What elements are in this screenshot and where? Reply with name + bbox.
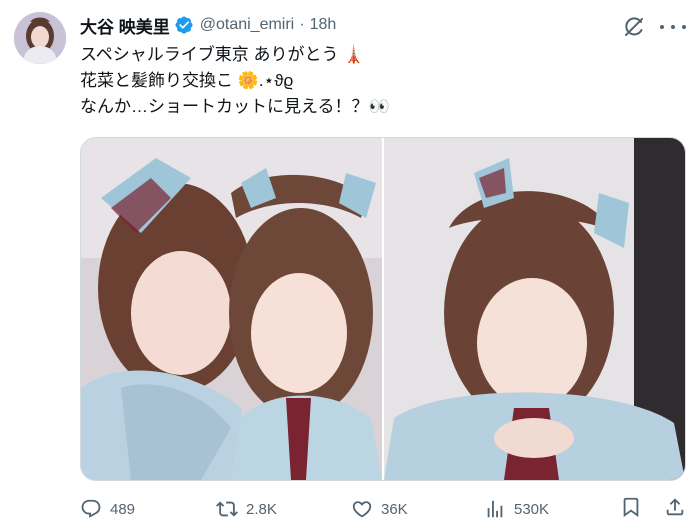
- analytics-icon: [487, 500, 503, 518]
- photo-2[interactable]: [384, 138, 685, 480]
- photo-1[interactable]: [81, 138, 382, 480]
- tweet-line: 花菜と髪飾り交換こ 🌼.⋆ϑϱ: [80, 71, 294, 90]
- grok-icon[interactable]: [622, 15, 646, 39]
- avatar-photo: [14, 12, 66, 64]
- more-icon: [671, 25, 675, 29]
- views-count: 530K: [514, 500, 550, 518]
- share-button[interactable]: [664, 496, 686, 518]
- separator-dot: ·: [299, 16, 305, 33]
- timestamp[interactable]: 18h: [310, 16, 337, 34]
- avatar[interactable]: [14, 12, 66, 64]
- tweet-text: スペシャルライブ東京 ありがとう 🗼 花菜と髪飾り交換こ 🌼.⋆ϑϱ なんか…シ…: [80, 42, 390, 120]
- reply-icon: [81, 499, 101, 518]
- tweet-line: なんか…ショートカットに見える！？👀: [80, 97, 390, 116]
- more-options-button[interactable]: [660, 15, 686, 39]
- author-name[interactable]: 大谷 映美里: [80, 13, 170, 38]
- bookmark-icon: [623, 497, 639, 518]
- tweet-line: スペシャルライブ東京 ありがとう 🗼: [80, 45, 365, 64]
- reply-button[interactable]: 489: [80, 496, 135, 522]
- tweet-header: 大谷 映美里 @otani_emiri · 18h: [80, 13, 337, 38]
- repost-icon: [216, 501, 238, 517]
- share-icon: [666, 498, 684, 516]
- like-count: 36K: [381, 500, 408, 518]
- more-icon: [682, 25, 686, 29]
- action-bar: 489 2.8K 36K 530K: [80, 496, 686, 522]
- more-icon: [660, 25, 664, 29]
- reply-count: 489: [110, 500, 136, 518]
- media-grid: [80, 137, 686, 481]
- repost-button[interactable]: 2.8K: [216, 496, 277, 522]
- like-button[interactable]: 36K: [351, 496, 408, 522]
- bookmark-button[interactable]: [620, 496, 642, 518]
- repost-count: 2.8K: [246, 500, 277, 518]
- heart-icon: [352, 501, 372, 518]
- verified-badge-icon: [174, 15, 194, 35]
- author-handle[interactable]: @otani_emiri: [200, 16, 295, 34]
- views-button[interactable]: 530K: [484, 496, 549, 522]
